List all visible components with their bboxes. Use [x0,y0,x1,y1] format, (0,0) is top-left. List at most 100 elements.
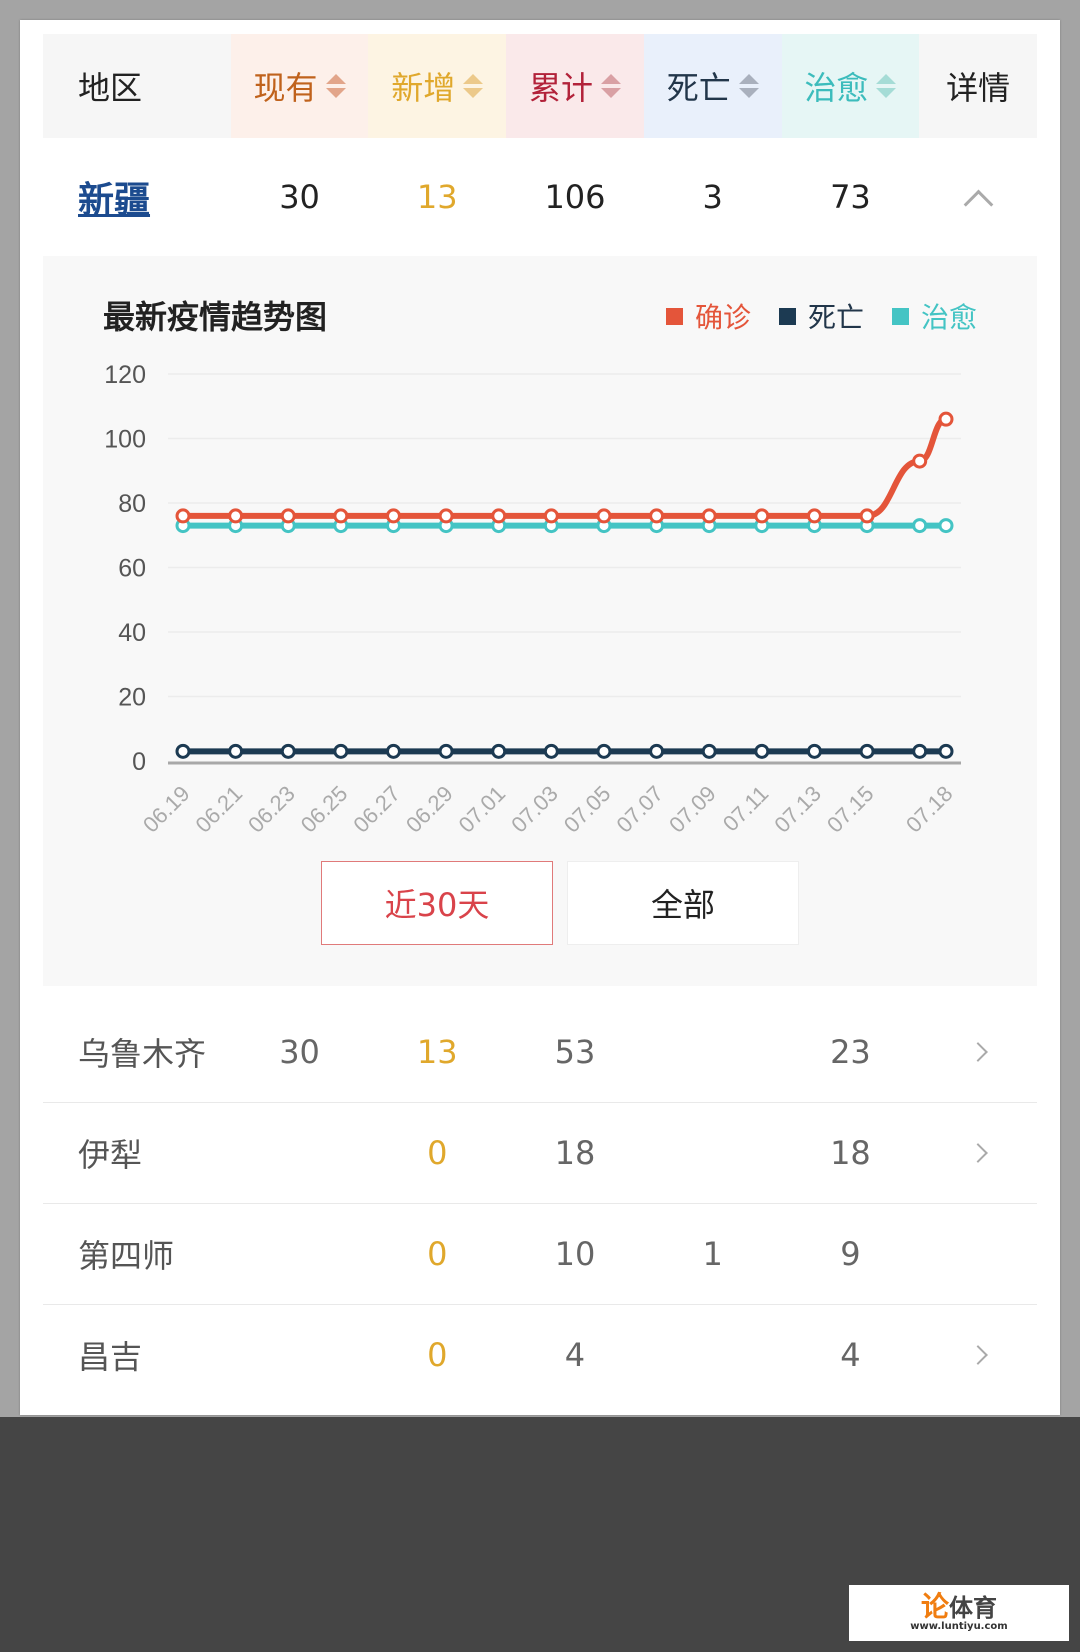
data-point [596,508,612,524]
x-tick-label: 06.29 [401,781,458,838]
death-value: 3 [702,178,723,216]
legend-item[interactable]: 死亡 [778,296,864,336]
total-value: 106 [544,178,606,216]
sort-icon [463,74,484,98]
legend-swatch [891,307,909,325]
header-current[interactable]: 现有 [230,34,369,138]
city-healed: 9 [840,1235,861,1273]
data-point [543,508,559,524]
data-point [228,508,244,524]
city-new: 0 [427,1336,448,1374]
x-tick-label: 07.11 [718,781,773,836]
city-region: 伊犁 [78,1136,143,1174]
x-tick-label: 07.15 [822,781,879,838]
city-row: 第四师 0 10 1 9 [43,1204,1037,1305]
watermark-logo: 论体育 www.luntiyu.com [849,1585,1069,1641]
city-region: 乌鲁木齐 [78,1035,207,1073]
data-point [754,743,770,759]
data-point [701,743,717,759]
table-header: 地区 现有 新增 累计 死亡 治愈 详情 [43,34,1037,138]
city-row[interactable]: 乌鲁木齐 30 13 53 23 [43,1002,1037,1103]
data-point [649,743,665,759]
data-point [806,508,822,524]
y-tick-label: 120 [104,361,146,389]
chevron-right-icon [968,1143,989,1163]
city-death: 1 [702,1235,723,1273]
data-point [333,508,349,524]
data-point [333,743,349,759]
legend-item[interactable]: 确诊 [665,296,751,336]
city-rows: 乌鲁木齐 30 13 53 23 伊犁 0 18 18 第四师 0 10 1 9 昌吉 0 4 4 [43,1002,1037,1405]
range-all-button[interactable]: 全部 [567,861,799,945]
legend-label: 确诊 [694,301,751,334]
header-death[interactable]: 死亡 [643,34,782,138]
city-current: 30 [279,1033,320,1071]
city-detail-button[interactable] [919,1345,1037,1365]
data-point [385,743,401,759]
header-healed[interactable]: 治愈 [781,34,920,138]
data-point [228,743,244,759]
x-tick-label: 06.27 [348,781,405,838]
header-total[interactable]: 累计 [506,34,644,138]
range-30-days-button[interactable]: 近30天 [321,861,553,945]
city-region: 昌吉 [78,1338,143,1376]
city-region: 第四师 [78,1237,175,1275]
sort-icon [738,74,759,98]
data-point [175,743,191,759]
chart-legend: 确诊 死亡 治愈 [648,296,977,336]
legend-item[interactable]: 治愈 [891,296,977,336]
x-tick-label: 07.13 [769,781,826,838]
province-row[interactable]: 新疆 30 13 106 3 73 [43,138,1037,256]
collapse-button[interactable] [919,180,1037,219]
x-tick-label: 07.05 [559,781,616,838]
current-value: 30 [279,178,320,216]
data-point [912,743,928,759]
sort-icon [600,74,621,98]
city-total: 10 [554,1235,596,1273]
y-tick-label: 0 [132,748,146,776]
x-tick-label: 07.18 [901,781,958,838]
region-table-card: 地区 现有 新增 累计 死亡 治愈 详情 新疆 30 13 106 3 73 0… [20,20,1060,1415]
header-new[interactable]: 新增 [368,34,507,138]
sort-icon [876,74,897,98]
x-tick-label: 06.21 [191,781,248,838]
x-tick-label: 07.07 [612,781,669,838]
data-point [701,508,717,524]
data-point [938,743,954,759]
city-detail-button[interactable] [919,1143,1037,1163]
legend-label: 死亡 [807,301,864,334]
data-point [280,508,296,524]
city-healed: 18 [830,1134,871,1172]
y-tick-label: 80 [118,490,146,518]
sort-icon [325,74,346,98]
chevron-up-icon [963,189,994,219]
data-point [754,508,770,524]
new-value: 13 [416,178,458,216]
data-point [491,743,507,759]
data-point [938,411,954,427]
legend-swatch [778,307,796,325]
data-point [859,743,875,759]
healed-value: 73 [830,178,871,216]
y-tick-label: 40 [118,619,146,647]
city-new: 0 [427,1235,448,1273]
chart-title: 最新疫情趋势图 [103,298,328,336]
city-healed: 23 [830,1033,871,1071]
data-point [912,453,928,469]
city-row[interactable]: 伊犁 0 18 18 [43,1103,1037,1204]
header-detail: 详情 [946,69,1011,107]
chevron-right-icon [968,1345,989,1365]
data-point [806,743,822,759]
city-row[interactable]: 昌吉 0 4 4 [43,1305,1037,1405]
city-total: 18 [554,1134,596,1172]
city-total: 4 [564,1336,586,1374]
city-detail-button[interactable] [919,1042,1037,1062]
x-tick-label: 06.19 [138,781,195,838]
data-point [438,743,454,759]
city-total: 53 [554,1033,596,1071]
x-tick-label: 07.03 [506,781,563,838]
province-link[interactable]: 新疆 [78,171,150,223]
data-point [385,508,401,524]
city-new: 13 [416,1033,458,1071]
header-region: 地区 [78,69,143,107]
